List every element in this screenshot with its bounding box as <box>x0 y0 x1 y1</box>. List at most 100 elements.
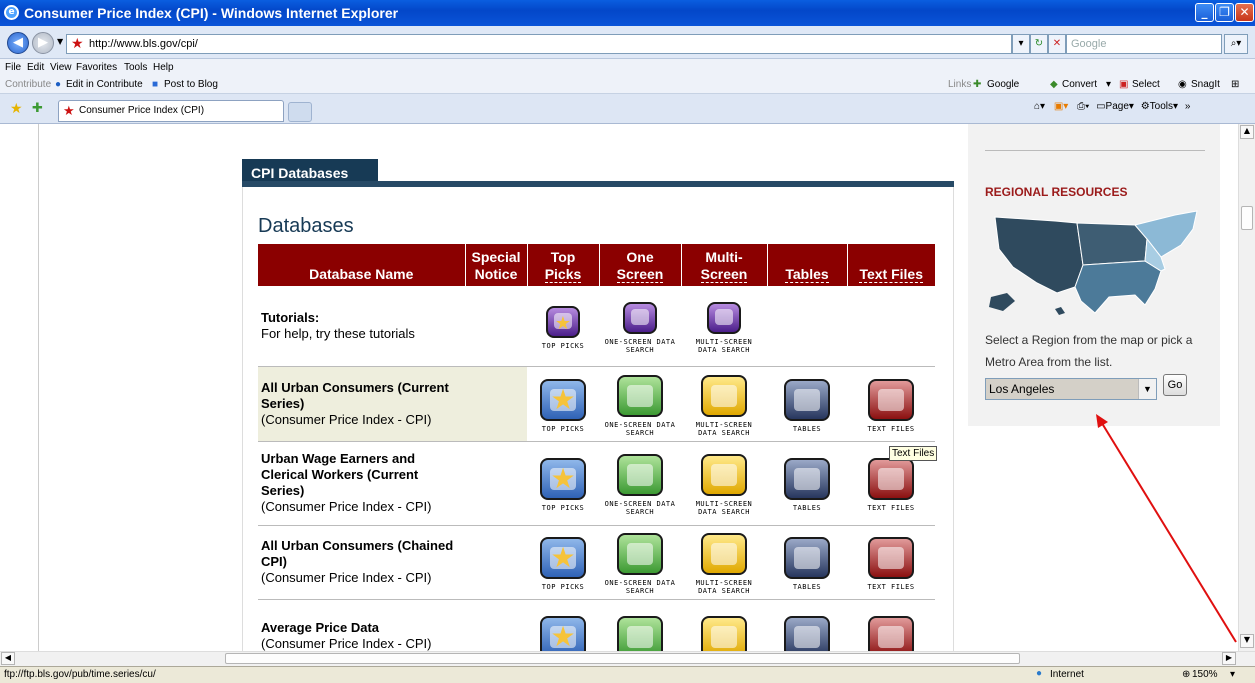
favorites-star-icon[interactable]: ★ <box>10 101 23 117</box>
scroll-left-icon[interactable]: ◀ <box>1 652 15 665</box>
horizontal-scrollbar[interactable]: ◀ ▶ <box>0 651 1255 666</box>
address-dropdown-button[interactable]: ▾ <box>1012 34 1030 54</box>
forward-button[interactable]: ▶ <box>32 32 54 54</box>
select-icon: ▣ <box>1119 79 1129 90</box>
edit-in-contribute-button[interactable]: Edit in Contribute <box>66 79 143 90</box>
map-hawaii[interactable] <box>1055 307 1065 315</box>
menu-favorites[interactable]: Favorites <box>76 62 117 73</box>
magnifier-icon <box>617 615 663 651</box>
special-cell <box>465 599 527 651</box>
vertical-scrollbar[interactable]: ▲ ▼ <box>1238 124 1255 651</box>
one-screen-link[interactable] <box>599 599 681 651</box>
table-row: Urban Wage Earners and Clerical Workers … <box>258 441 935 526</box>
snagit-window-icon[interactable]: ⊞ <box>1231 79 1239 90</box>
menu-file[interactable]: File <box>5 62 21 73</box>
go-button[interactable]: Go <box>1163 374 1187 396</box>
search-input[interactable]: Google <box>1066 34 1222 54</box>
scroll-up-icon[interactable]: ▲ <box>1240 125 1254 139</box>
multi-screen-link[interactable]: MULTI-SCREEN DATA SEARCH <box>681 366 767 442</box>
row-title: Average Price Data <box>261 620 380 635</box>
multi-screen-link[interactable]: MULTI-SCREEN DATA SEARCH <box>681 441 767 526</box>
print-icon[interactable]: ⎙▾ <box>1077 101 1089 112</box>
feeds-icon[interactable]: ▣▾ <box>1054 101 1068 112</box>
row-subtitle: (Consumer Price Index - CPI) <box>261 636 432 651</box>
post-to-blog-button[interactable]: Post to Blog <box>164 79 218 90</box>
menu-help[interactable]: Help <box>153 62 174 73</box>
metro-area-select[interactable]: Los Angeles ▼ <box>985 378 1157 400</box>
map-midwest-region[interactable] <box>1076 222 1148 266</box>
chevron-more-icon[interactable]: » <box>1185 101 1191 112</box>
row-name-cell: All Urban Consumers (Current Series) (Con… <box>258 366 465 442</box>
close-button[interactable]: ✕ <box>1235 3 1254 22</box>
page-left-border <box>38 124 39 651</box>
one-screen-link[interactable]: ONE-SCREEN DATA SEARCH <box>599 525 681 600</box>
vertical-scroll-thumb[interactable] <box>1241 206 1253 230</box>
top-picks-link[interactable]: ★ TOP PICKS <box>527 525 599 600</box>
top-picks-link[interactable]: ★ <box>527 599 599 651</box>
table-header-row: Database Name Special Notice Top Picks One… <box>258 244 935 286</box>
table-row: All Urban Consumers (Current Series) (Con… <box>258 366 935 442</box>
new-tab-button[interactable] <box>288 102 312 122</box>
menu-view[interactable]: View <box>50 62 72 73</box>
multi-screen-link[interactable] <box>681 599 767 651</box>
search-button[interactable]: ⌕▾ <box>1224 34 1248 54</box>
text-files-link[interactable] <box>847 599 935 651</box>
scroll-down-icon[interactable]: ▼ <box>1240 634 1254 648</box>
row-title: All Urban Consumers (Chained CPI) <box>261 538 454 569</box>
one-screen-link[interactable]: ONE-SCREEN DATA SEARCH <box>599 441 681 526</box>
tools-menu[interactable]: ⚙Tools▾ <box>1141 101 1178 112</box>
caption: ONE-SCREEN DATA SEARCH <box>604 579 676 595</box>
one-screen-link[interactable]: ONE-SCREEN DATA SEARCH <box>599 366 681 442</box>
map-west-region[interactable] <box>994 216 1084 294</box>
tutorial-top-picks[interactable]: ★ TOP PICKS <box>527 286 599 367</box>
tools-menu-label: Tools <box>1149 101 1174 112</box>
add-favorites-icon[interactable]: ✚ <box>32 101 43 116</box>
restore-button[interactable]: ❐ <box>1215 3 1234 22</box>
metro-area-value: Los Angeles <box>989 382 1055 396</box>
snagit-button[interactable]: SnagIt <box>1191 79 1220 90</box>
row-subtitle: (Consumer Price Index - CPI) <box>261 570 432 585</box>
stop-button[interactable]: ✕ <box>1048 34 1066 54</box>
refresh-button[interactable]: ↻ <box>1030 34 1048 54</box>
convert-button[interactable]: Convert <box>1062 79 1097 90</box>
select-button[interactable]: Select <box>1132 79 1160 90</box>
tables-link[interactable]: TABLES <box>767 441 847 526</box>
zoom-dropdown-icon[interactable]: ▾ <box>1230 669 1235 680</box>
horizontal-scroll-thumb[interactable] <box>225 653 1020 664</box>
page-menu[interactable]: ▭Page▾ <box>1096 101 1134 112</box>
menu-edit[interactable]: Edit <box>27 62 44 73</box>
col-multi-screen: Multi- Screen <box>681 244 768 286</box>
zoom-level[interactable]: 150% <box>1192 669 1218 680</box>
history-dropdown-icon[interactable]: ▼ <box>57 37 63 46</box>
convert-dropdown-icon[interactable]: ▾ <box>1106 79 1111 90</box>
home-icon[interactable]: ⌂▾ <box>1034 101 1045 112</box>
map-alaska[interactable] <box>989 293 1015 311</box>
menu-tools[interactable]: Tools <box>124 62 147 73</box>
star-icon: ★ <box>550 542 576 573</box>
top-picks-link[interactable]: ★ TOP PICKS <box>527 366 599 442</box>
address-field[interactable]: ★ http://www.bls.gov/cpi/ <box>66 34 1012 54</box>
convert-icon: ◆ <box>1050 79 1058 90</box>
back-button[interactable]: ◀ <box>7 32 29 54</box>
text-files-icon <box>868 458 914 500</box>
top-picks-link[interactable]: ★ TOP PICKS <box>527 441 599 526</box>
text-files-link[interactable]: TEXT FILES <box>847 366 935 442</box>
table-row: Tutorials: For help, try these tutorials … <box>258 286 935 367</box>
tables-link[interactable]: TABLES <box>767 366 847 442</box>
us-map[interactable] <box>985 209 1207 319</box>
tutorial-multi-screen[interactable]: MULTI-SCREEN DATA SEARCH <box>681 286 767 367</box>
multi-screen-link[interactable]: MULTI-SCREEN DATA SEARCH <box>681 525 767 600</box>
tutorial-one-screen[interactable]: ONE-SCREEN DATA SEARCH <box>599 286 681 367</box>
google-link[interactable]: Google <box>987 79 1019 90</box>
tables-link[interactable]: TABLES <box>767 525 847 600</box>
map-south-region[interactable] <box>1074 260 1162 314</box>
scroll-right-icon[interactable]: ▶ <box>1222 652 1236 665</box>
caption: TOP PICKS <box>541 341 585 350</box>
tables-link[interactable] <box>767 599 847 651</box>
text-files-link[interactable]: TEXT FILES <box>847 525 935 600</box>
search-placeholder: Google <box>1071 38 1107 50</box>
chevron-down-icon[interactable]: ▼ <box>1138 379 1156 399</box>
tab-cpi[interactable]: ★ Consumer Price Index (CPI) <box>58 100 284 122</box>
minimize-button[interactable]: _ <box>1195 3 1214 22</box>
multi-screen-icon <box>701 533 747 575</box>
